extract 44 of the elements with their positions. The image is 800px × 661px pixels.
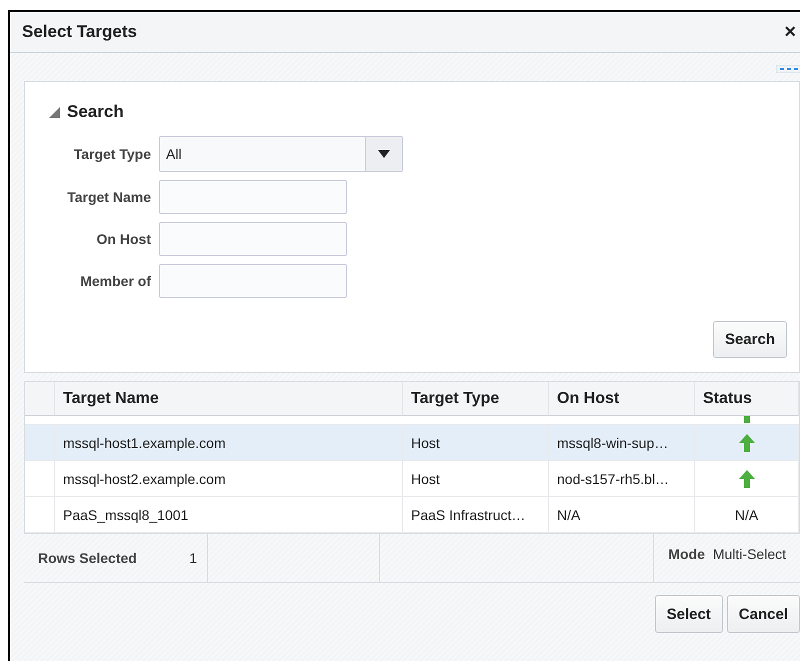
table-row[interactable]: mssql-host1.example.com Host mssql8-win-sup… [25, 425, 799, 461]
mode-label: Mode [668, 546, 705, 562]
target-type-dropdown[interactable]: All [159, 136, 403, 172]
search-section-title: Search [67, 102, 124, 122]
table-cell: Host [403, 461, 549, 497]
field-label: On Host [96, 231, 151, 247]
status-arrow-tip [744, 416, 750, 423]
column-header[interactable]: Target Type [403, 382, 549, 416]
table-row[interactable]: PaaS_mssql8_1001 PaaS Infrastruct… N/A N/A [25, 497, 799, 533]
close-button[interactable]: × [784, 13, 796, 51]
up-arrow-icon [738, 432, 756, 452]
rows-selected-count: 1 [189, 550, 197, 566]
mode-value: Multi-Select [712, 546, 786, 562]
table-cell: mssql8-win-sup… [549, 425, 695, 461]
table-cell: nod-s157-rh5.bl… [549, 461, 695, 497]
field-label: Member of [79, 273, 151, 289]
dialog-button[interactable]: Select [654, 595, 723, 633]
rows-selected-label: Rows Selected [38, 550, 137, 566]
field-label: Target Type [72, 146, 151, 162]
row-selector-cell[interactable] [25, 497, 55, 533]
dropdown-caret-icon [378, 150, 390, 158]
table-cell: Host [403, 425, 549, 461]
column-header[interactable]: Target Name [55, 382, 403, 416]
more-dots-icon[interactable] [776, 65, 800, 73]
status-cell: N/A [695, 497, 799, 533]
table-row[interactable]: mssql-host2.example.com Host nod-s157-rh5.bl… [25, 461, 799, 497]
input-field[interactable] [159, 180, 347, 214]
up-arrow-icon [738, 468, 756, 488]
table-cell: N/A [549, 497, 695, 533]
search-button[interactable]: Search [712, 321, 787, 358]
input-field[interactable] [159, 222, 347, 256]
table-cell: mssql-host1.example.com [55, 425, 403, 461]
table-cell: PaaS_mssql8_1001 [55, 497, 403, 533]
dialog-title: Select Targets [22, 22, 137, 42]
field-label: Target Name [66, 189, 151, 205]
column-header[interactable]: On Host [549, 382, 695, 416]
column-header[interactable]: Status [695, 382, 799, 416]
table-cell: PaaS Infrastruct… [403, 497, 549, 533]
table-cell: mssql-host2.example.com [55, 461, 403, 497]
input-field[interactable] [159, 264, 347, 298]
dialog-button[interactable]: Cancel [726, 595, 800, 633]
collapse-triangle-icon[interactable] [47, 105, 61, 119]
row-selector-cell[interactable] [25, 425, 55, 461]
row-selector-cell[interactable] [25, 461, 55, 497]
